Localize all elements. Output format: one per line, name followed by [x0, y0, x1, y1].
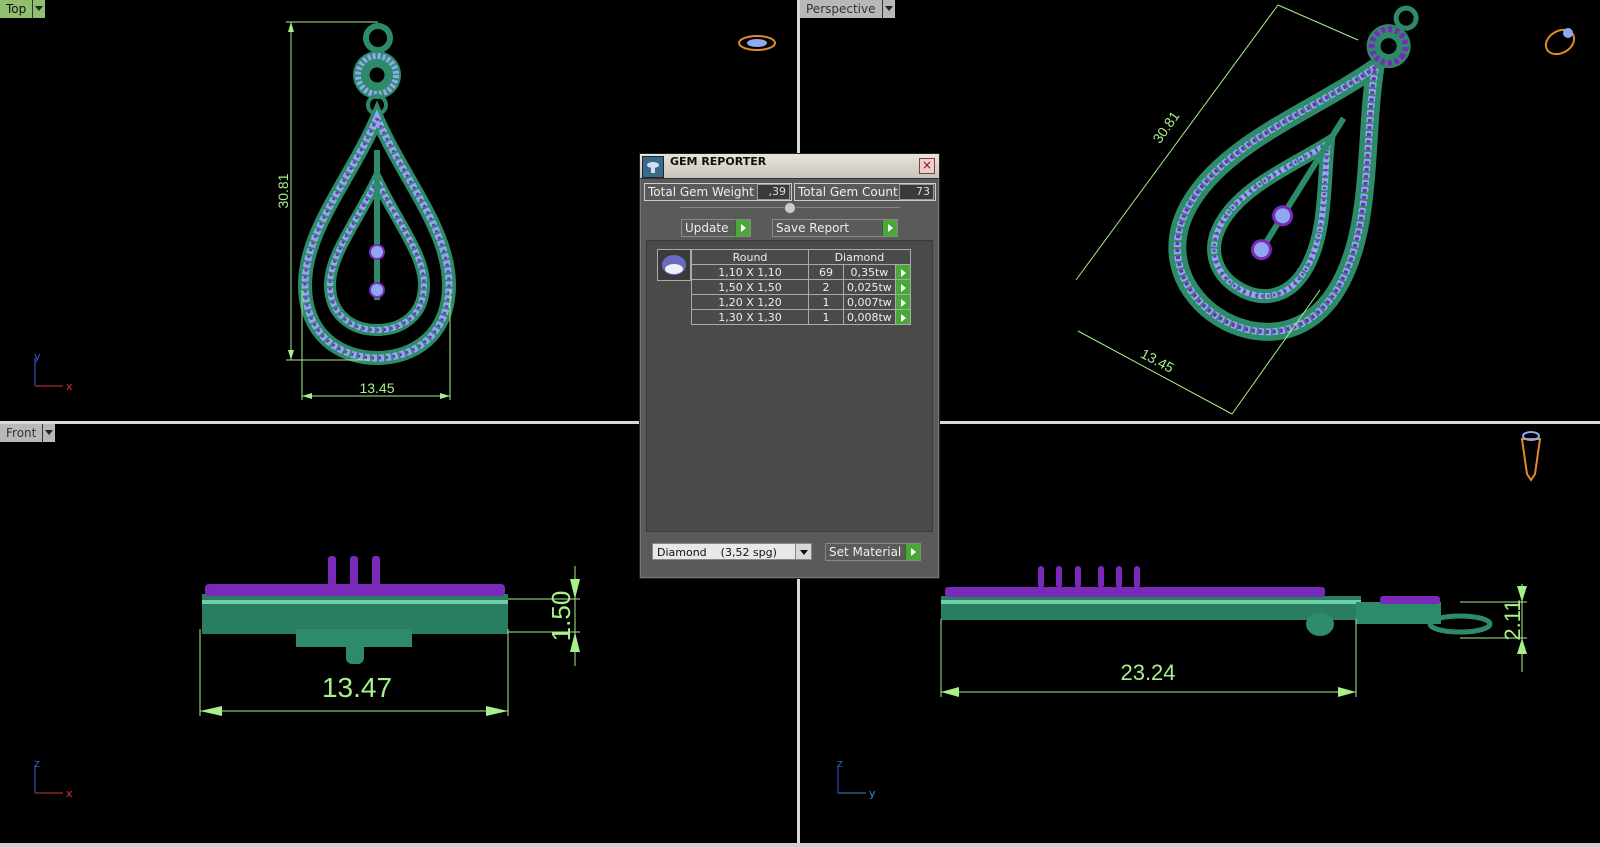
close-icon[interactable]: ×	[919, 158, 935, 174]
side-axis-y: y	[869, 787, 876, 800]
save-report-label: Save Report	[776, 221, 850, 235]
gem-weight: 0,35tw	[843, 264, 896, 280]
gem-reporter-title: GEM REPORTER	[670, 155, 767, 168]
gem-reporter-dialog[interactable]: GEM REPORTER × Total Gem Weight ,39 Tota…	[639, 153, 940, 579]
chevron-down-icon[interactable]	[42, 424, 56, 442]
top-height-dim: 30.81	[275, 173, 291, 208]
top-width-dim: 13.45	[359, 380, 394, 396]
viewport-front-label: Front	[0, 424, 43, 442]
side-axis-z: z	[837, 757, 843, 770]
set-material-button[interactable]: Set Material	[825, 543, 921, 561]
table-row[interactable]: 1,10 X 1,10 69 0,35tw	[691, 264, 911, 280]
play-arrow-icon	[905, 544, 920, 560]
front-axis-x: x	[66, 787, 73, 800]
gem-count: 1	[808, 309, 844, 325]
save-report-button[interactable]: Save Report	[772, 219, 898, 237]
round-gem-icon	[657, 249, 691, 281]
total-weight-field: Total Gem Weight ,39	[644, 183, 792, 201]
gem-size: 1,20 X 1,20	[691, 294, 809, 310]
chevron-down-icon[interactable]	[32, 0, 46, 18]
persp-width-dim: 13.45	[1138, 345, 1177, 376]
gem-reporter-titlebar[interactable]: GEM REPORTER ×	[640, 154, 939, 179]
side-length-dim: 23.24	[1120, 660, 1175, 685]
table-row[interactable]: 1,30 X 1,30 1 0,008tw	[691, 309, 911, 325]
front-thickness-dim: 1.50	[546, 591, 576, 642]
play-arrow-icon	[735, 220, 750, 236]
gem-count: 69	[808, 264, 844, 280]
material-select-value: Diamond (3,52 spg)	[657, 546, 777, 559]
gem-count: 1	[808, 294, 844, 310]
gem-weight: 0,008tw	[843, 309, 896, 325]
table-row[interactable]: 1,20 X 1,20 1 0,007tw	[691, 294, 911, 310]
gem-table-header-material: Diamond	[808, 249, 911, 265]
viewport-perspective-menu[interactable]: Perspective	[800, 0, 895, 18]
total-count-label: Total Gem Count	[798, 185, 898, 199]
chevron-down-icon[interactable]	[881, 0, 895, 18]
gem-table-header-shape: Round	[691, 249, 809, 265]
row-select-arrow-icon[interactable]	[894, 264, 911, 280]
top-viewcube-icon[interactable]	[738, 35, 776, 51]
row-select-arrow-icon[interactable]	[894, 294, 911, 310]
side-viewcube-icon[interactable]	[1520, 431, 1542, 482]
status-strip	[0, 843, 1600, 847]
gem-reporter-icon	[642, 156, 664, 178]
material-select[interactable]: Diamond (3,52 spg)	[652, 543, 812, 560]
top-axis-x: x	[66, 380, 73, 393]
gem-table: Round Diamond 1,10 X 1,10 69 0,35tw 1,50…	[691, 249, 911, 325]
persp-height-dim: 30.81	[1149, 108, 1182, 146]
total-count-field: Total Gem Count 73	[794, 183, 936, 201]
gem-weight: 0,007tw	[843, 294, 896, 310]
update-button[interactable]: Update	[681, 219, 751, 237]
update-label: Update	[685, 221, 729, 235]
gem-size: 1,10 X 1,10	[691, 264, 809, 280]
total-weight-label: Total Gem Weight	[648, 185, 754, 199]
collapse-divider[interactable]	[680, 202, 900, 214]
viewport-top-menu[interactable]: Top	[0, 0, 46, 18]
top-axis-y: y	[34, 350, 41, 363]
gem-size: 1,50 X 1,50	[691, 279, 809, 295]
gem-size: 1,30 X 1,30	[691, 309, 809, 325]
front-width-dim: 13.47	[322, 672, 392, 703]
collapse-icon[interactable]	[784, 202, 796, 214]
gem-weight: 0,025tw	[843, 279, 896, 295]
viewport-perspective-label: Perspective	[800, 0, 882, 18]
set-material-label: Set Material	[829, 545, 902, 559]
row-select-arrow-icon[interactable]	[894, 279, 911, 295]
play-arrow-icon	[882, 220, 897, 236]
front-axis-z: z	[34, 757, 40, 770]
chevron-down-icon[interactable]	[795, 544, 811, 559]
row-select-arrow-icon[interactable]	[894, 309, 911, 325]
viewport-front-menu[interactable]: Front	[0, 424, 56, 442]
viewport-top-label: Top	[0, 0, 33, 18]
total-weight-value[interactable]: ,39	[757, 184, 790, 200]
perspective-viewcube-icon[interactable]	[1542, 25, 1579, 59]
side-thickness-dim: 2.11	[1500, 599, 1525, 640]
gem-count: 2	[808, 279, 844, 295]
gem-list-panel[interactable]: Round Diamond 1,10 X 1,10 69 0,35tw 1,50…	[646, 240, 933, 532]
table-row[interactable]: 1,50 X 1,50 2 0,025tw	[691, 279, 911, 295]
total-count-value[interactable]: 73	[899, 184, 934, 200]
